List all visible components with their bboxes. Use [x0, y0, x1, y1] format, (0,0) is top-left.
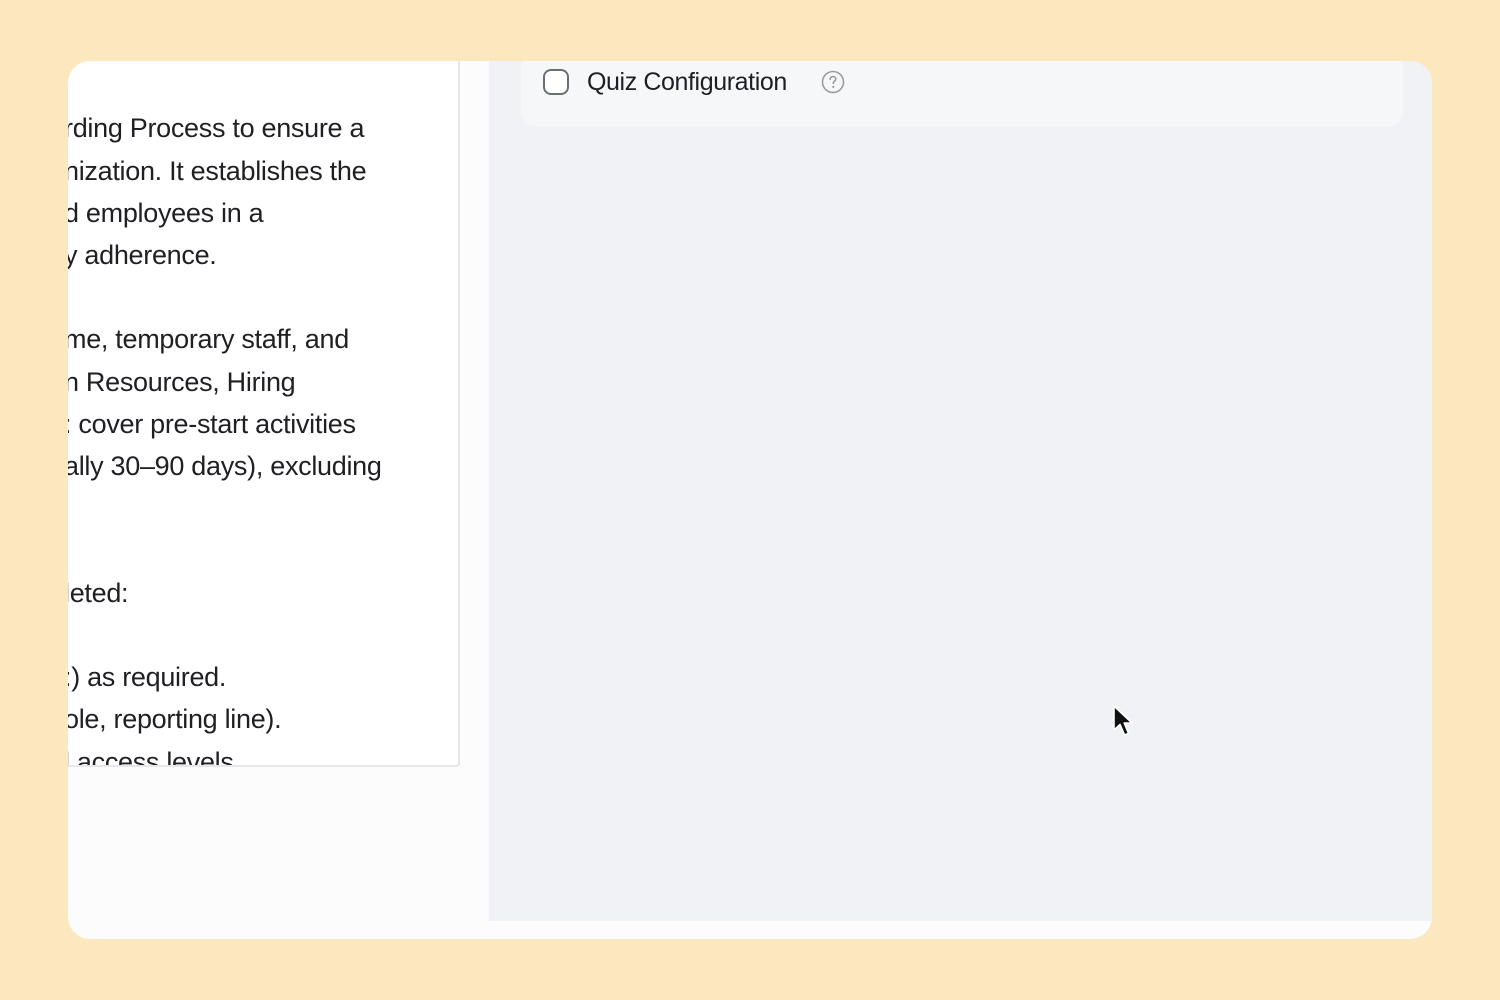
document-text-line: d employees in a	[68, 198, 264, 228]
document-text-line: rding Process to ensure a	[68, 113, 365, 143]
mouse-cursor-icon	[1113, 705, 1133, 736]
app-window: rding Process to ensure a nization. It e…	[68, 61, 1432, 939]
document-text-line: ally 30–90 days), excluding	[68, 451, 382, 481]
quiz-configuration-label: Quiz Configuration	[587, 68, 787, 96]
document-text-line: : cover pre-start activities	[68, 409, 356, 439]
document-text-line: nization. It establishes the	[68, 156, 367, 186]
document-text-line: y adherence.	[68, 240, 217, 270]
document-text-line: n Resources, Hiring	[68, 367, 296, 397]
document-preview-panel: rding Process to ensure a nization. It e…	[68, 61, 460, 767]
quiz-configuration-row[interactable]: Quiz Configuration	[521, 61, 1403, 126]
document-text-line: ole, reporting line).	[68, 704, 282, 734]
document-text-line: l access levels	[68, 747, 234, 767]
question-circle-icon[interactable]	[821, 70, 845, 94]
document-text-line: :) as required.	[68, 662, 227, 692]
document-text-line: leted:	[68, 578, 129, 608]
configuration-area: Quiz Configuration	[489, 61, 1432, 921]
quiz-configuration-checkbox[interactable]	[543, 69, 569, 95]
document-text-line: me, temporary staff, and	[68, 324, 349, 354]
